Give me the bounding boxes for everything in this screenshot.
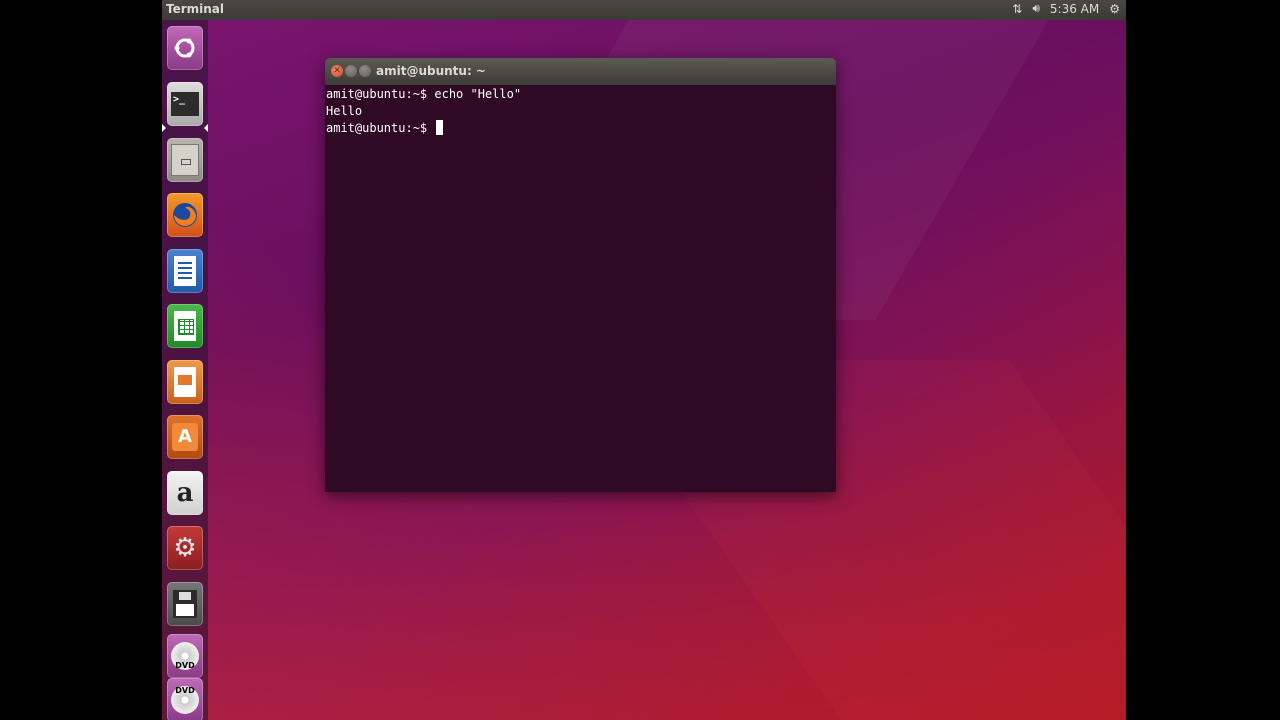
dvd-icon: DVD <box>167 634 203 678</box>
terminal-window[interactable]: ✕ amit@ubuntu: ~ amit@ubuntu:~$ echo "He… <box>325 58 836 492</box>
files-icon <box>167 138 203 182</box>
launcher-item-calc[interactable] <box>165 302 205 350</box>
firefox-icon <box>167 193 203 237</box>
close-button[interactable]: ✕ <box>331 65 343 77</box>
launcher-item-dvd[interactable]: DVD <box>165 632 205 680</box>
software-center-icon: A <box>167 415 203 459</box>
launcher-item-impress[interactable] <box>165 358 205 406</box>
ubuntu-dash-icon <box>167 26 203 70</box>
settings-gear-icon[interactable]: ⚙ <box>1109 2 1120 16</box>
launcher: >_ A a ⚙ DVD DVD <box>162 20 208 720</box>
top-panel: Terminal ⇅ 🔊︎ 5:36 AM ⚙ <box>162 0 1126 20</box>
clock[interactable]: 5:36 AM <box>1050 2 1099 16</box>
active-app-title: Terminal <box>166 2 225 16</box>
terminal-prompt-line[interactable]: amit@ubuntu:~$ <box>326 120 835 137</box>
text-cursor <box>436 120 444 135</box>
calc-icon <box>167 304 203 348</box>
indicator-area: ⇅ 🔊︎ 5:36 AM ⚙ <box>1012 1 1120 16</box>
terminal-icon: >_ <box>167 82 203 126</box>
desktop: Terminal ⇅ 🔊︎ 5:36 AM ⚙ >_ A a ⚙ DVD DVD… <box>162 0 1126 720</box>
network-icon[interactable]: ⇅ <box>1012 2 1022 16</box>
launcher-item-terminal[interactable]: >_ <box>165 80 205 128</box>
terminal-line: Hello <box>326 104 363 118</box>
window-title: amit@ubuntu: ~ <box>376 64 486 78</box>
launcher-item-writer[interactable] <box>165 247 205 295</box>
terminal-prompt: amit@ubuntu:~$ <box>326 121 435 135</box>
window-titlebar[interactable]: ✕ amit@ubuntu: ~ <box>325 58 836 85</box>
launcher-item-amazon[interactable]: a <box>165 469 205 517</box>
minimize-button[interactable] <box>345 65 357 77</box>
dvd-icon: DVD <box>167 678 203 720</box>
launcher-item-floppy[interactable] <box>165 580 205 628</box>
launcher-item-dash[interactable] <box>165 24 205 72</box>
system-settings-icon: ⚙ <box>167 526 203 570</box>
volume-icon[interactable]: 🔊︎ <box>1032 1 1040 16</box>
focus-indicator <box>204 124 208 132</box>
maximize-button[interactable] <box>359 65 371 77</box>
launcher-item-files[interactable] <box>165 136 205 184</box>
writer-icon <box>167 249 203 293</box>
terminal-line: amit@ubuntu:~$ echo "Hello" <box>326 87 522 101</box>
floppy-icon <box>167 582 203 626</box>
launcher-item-dvd-2[interactable]: DVD <box>165 676 205 720</box>
impress-icon <box>167 360 203 404</box>
launcher-item-software[interactable]: A <box>165 413 205 461</box>
terminal-output[interactable]: amit@ubuntu:~$ echo "Hello" Hello amit@u… <box>325 85 836 492</box>
launcher-item-firefox[interactable] <box>165 191 205 239</box>
amazon-icon: a <box>167 471 203 515</box>
launcher-item-system-settings[interactable]: ⚙ <box>165 524 205 572</box>
